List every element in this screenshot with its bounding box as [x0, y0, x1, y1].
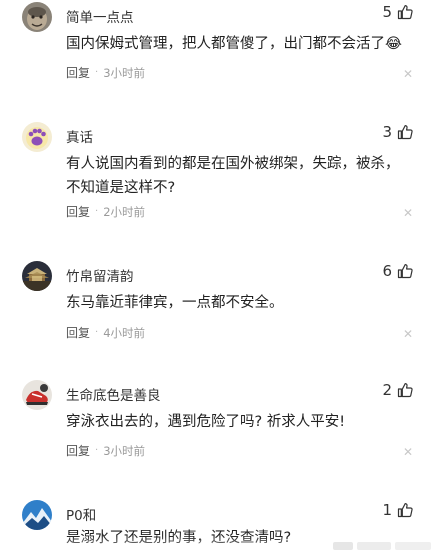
meta-separator: · [95, 445, 99, 456]
thumbs-up-icon[interactable] [397, 382, 413, 398]
like-count: 2 [382, 381, 392, 399]
reply-button[interactable]: 回复 [66, 203, 90, 220]
comment-username[interactable]: P0和 [66, 504, 96, 524]
close-icon[interactable]: ✕ [403, 446, 413, 458]
comment-list: 简单一点点 5 国内保姆式管理，把人都管傻了，出门都不会活了😂 回复 · 3小时… [0, 0, 439, 558]
comment-username[interactable]: 简单一点点 [66, 6, 134, 26]
like-button[interactable]: 1 [382, 501, 413, 519]
thumbs-up-icon[interactable] [397, 502, 413, 518]
like-button[interactable]: 6 [382, 262, 413, 280]
thumbs-up-icon[interactable] [397, 263, 413, 279]
thumbs-up-icon[interactable] [397, 124, 413, 140]
comment-time: 2小时前 [103, 204, 146, 219]
comment-username[interactable]: 生命底色是善良 [66, 384, 161, 404]
meta-separator: · [95, 67, 99, 78]
close-icon[interactable]: ✕ [403, 207, 413, 219]
purple-paw-avatar-icon[interactable] [22, 122, 52, 152]
reply-button[interactable]: 回复 [66, 324, 90, 341]
comment-meta: 回复 · 3小时前 [66, 442, 145, 459]
comment-text: 国内保姆式管理，把人都管傻了，出门都不会活了😂 [66, 36, 402, 52]
comment-username[interactable]: 竹帛留清韵 [66, 265, 134, 285]
monkey-face-avatar-icon[interactable] [22, 2, 52, 32]
comment-text: 东马靠近菲律宾，一点都不安全。 [66, 295, 284, 311]
like-count: 1 [382, 501, 392, 519]
comment-username[interactable]: 真话 [66, 126, 93, 146]
snow-mountain-avatar-icon[interactable] [22, 500, 52, 530]
like-button[interactable]: 3 [382, 123, 413, 141]
like-count: 5 [382, 3, 392, 21]
close-icon[interactable]: ✕ [403, 328, 413, 340]
comment-meta: 回复 · 2小时前 [66, 203, 145, 220]
like-count: 6 [382, 262, 392, 280]
watermark-logo [333, 538, 433, 552]
thumbs-up-icon[interactable] [397, 4, 413, 20]
like-button[interactable]: 2 [382, 381, 413, 399]
comment-time: 4小时前 [103, 325, 146, 340]
meta-separator: · [95, 206, 99, 217]
tiananmen-night-avatar-icon[interactable] [22, 261, 52, 291]
like-count: 3 [382, 123, 392, 141]
meta-separator: · [95, 327, 99, 338]
reply-button[interactable]: 回复 [66, 442, 90, 459]
comment-text: 有人说国内看到的都是在国外被绑架，失踪，被杀，不知道是这样不? [66, 156, 400, 196]
like-button[interactable]: 5 [382, 3, 413, 21]
comment-meta: 回复 · 3小时前 [66, 64, 145, 81]
red-sneaker-avatar-icon[interactable] [22, 380, 52, 410]
comment-text: 穿泳衣出去的，遇到危险了吗? 祈求人平安! [66, 414, 346, 430]
comment-time: 3小时前 [103, 443, 146, 458]
reply-button[interactable]: 回复 [66, 64, 90, 81]
close-icon[interactable]: ✕ [403, 68, 413, 80]
comment-time: 3小时前 [103, 65, 146, 80]
comment-meta: 回复 · 4小时前 [66, 324, 145, 341]
